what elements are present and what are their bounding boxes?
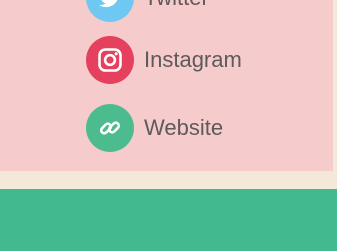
twitter-link[interactable]: Twitter xyxy=(86,0,209,22)
instagram-link-label: Instagram xyxy=(144,47,242,72)
social-links-panel: Twitter Instagram Website xyxy=(0,0,333,171)
twitter-link-label: Twitter xyxy=(144,0,209,9)
footer-bar xyxy=(0,189,337,251)
link-icon xyxy=(86,104,134,152)
instagram-icon xyxy=(86,36,134,84)
instagram-link[interactable]: Instagram xyxy=(86,36,242,84)
website-link-label: Website xyxy=(144,115,224,140)
website-link[interactable]: Website xyxy=(86,104,223,152)
twitter-icon xyxy=(86,0,134,22)
